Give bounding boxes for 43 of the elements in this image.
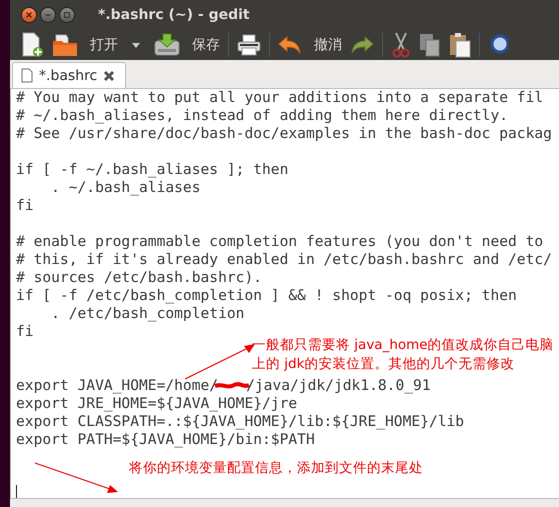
code-line: # this, if it's already enabled in /etc/bash.bashrc and /etc/ [16, 251, 553, 269]
code-line: export CLASSPATH=.:${JAVA_HOME}/lib:${JRE_HOME}/lib [16, 413, 466, 431]
folder-icon [52, 33, 78, 57]
code-text: /java/jdk/jdk1.8.0_91 [246, 377, 431, 395]
code-line: export JRE_HOME=${JAVA_HOME}/jre [16, 395, 298, 413]
minimize-button[interactable] [40, 7, 56, 23]
code-line: fi [16, 197, 35, 215]
print-button[interactable] [237, 33, 261, 57]
code-line: . ~/.bash_aliases [50, 179, 202, 197]
redo-button[interactable] [350, 35, 374, 55]
annotation-text: 一般都只需要将 java_home的值改成你自己电脑 上的 jdk的安装位置。其他的几个无需修改 [252, 336, 554, 374]
close-icon[interactable] [103, 70, 116, 82]
window-title: *.bashrc (~) - gedit [98, 7, 250, 23]
undo-arrow-icon [278, 35, 302, 55]
new-button[interactable] [20, 32, 44, 58]
maximize-button[interactable] [59, 7, 75, 23]
undo-button[interactable]: 撤消 [278, 35, 342, 55]
code-line: # sources /etc/bash.bashrc). [16, 269, 264, 287]
code-line: . /etc/bash_completion [50, 305, 246, 323]
document-tab[interactable]: *.bashrc [12, 62, 126, 88]
document-icon [21, 68, 33, 83]
code-text: export JAVA_HOME=/home/ [16, 377, 218, 395]
save-button[interactable]: 保存 [154, 33, 220, 57]
code-line: export PATH=${JAVA_HOME}/bin:$PATH [16, 431, 316, 449]
text-cursor [16, 485, 17, 498]
tab-label: *.bashrc [39, 68, 98, 84]
maximize-icon [63, 11, 71, 19]
code-line: # You may want to put all your additions into a separate fil [16, 89, 544, 107]
drive-download-icon [154, 33, 180, 57]
copy-button[interactable] [419, 33, 441, 57]
text-editor[interactable] [10, 89, 559, 498]
code-line: if [ -f ~/.bash_aliases ]; then [16, 161, 290, 179]
cut-button[interactable] [391, 32, 411, 58]
code-line: # ~/.bash_aliases, instead of adding them here directly. [16, 107, 510, 125]
close-button[interactable] [21, 7, 37, 23]
annotation-text: 将你的环境变量配置信息，添加到文件的末尾处 [129, 459, 423, 478]
paste-button[interactable] [449, 32, 471, 58]
code-line: # See /usr/share/doc/bash-doc/examples in the bash-doc packag [16, 125, 553, 143]
close-icon [25, 11, 33, 19]
code-line: # enable programmable completion features (you don't need to [16, 233, 544, 251]
open-button[interactable]: 打开 [52, 33, 118, 57]
code-line: if [ -f /etc/bash_completion ] && ! shopt -oq posix; then [16, 287, 518, 305]
code-line: fi [16, 323, 35, 341]
